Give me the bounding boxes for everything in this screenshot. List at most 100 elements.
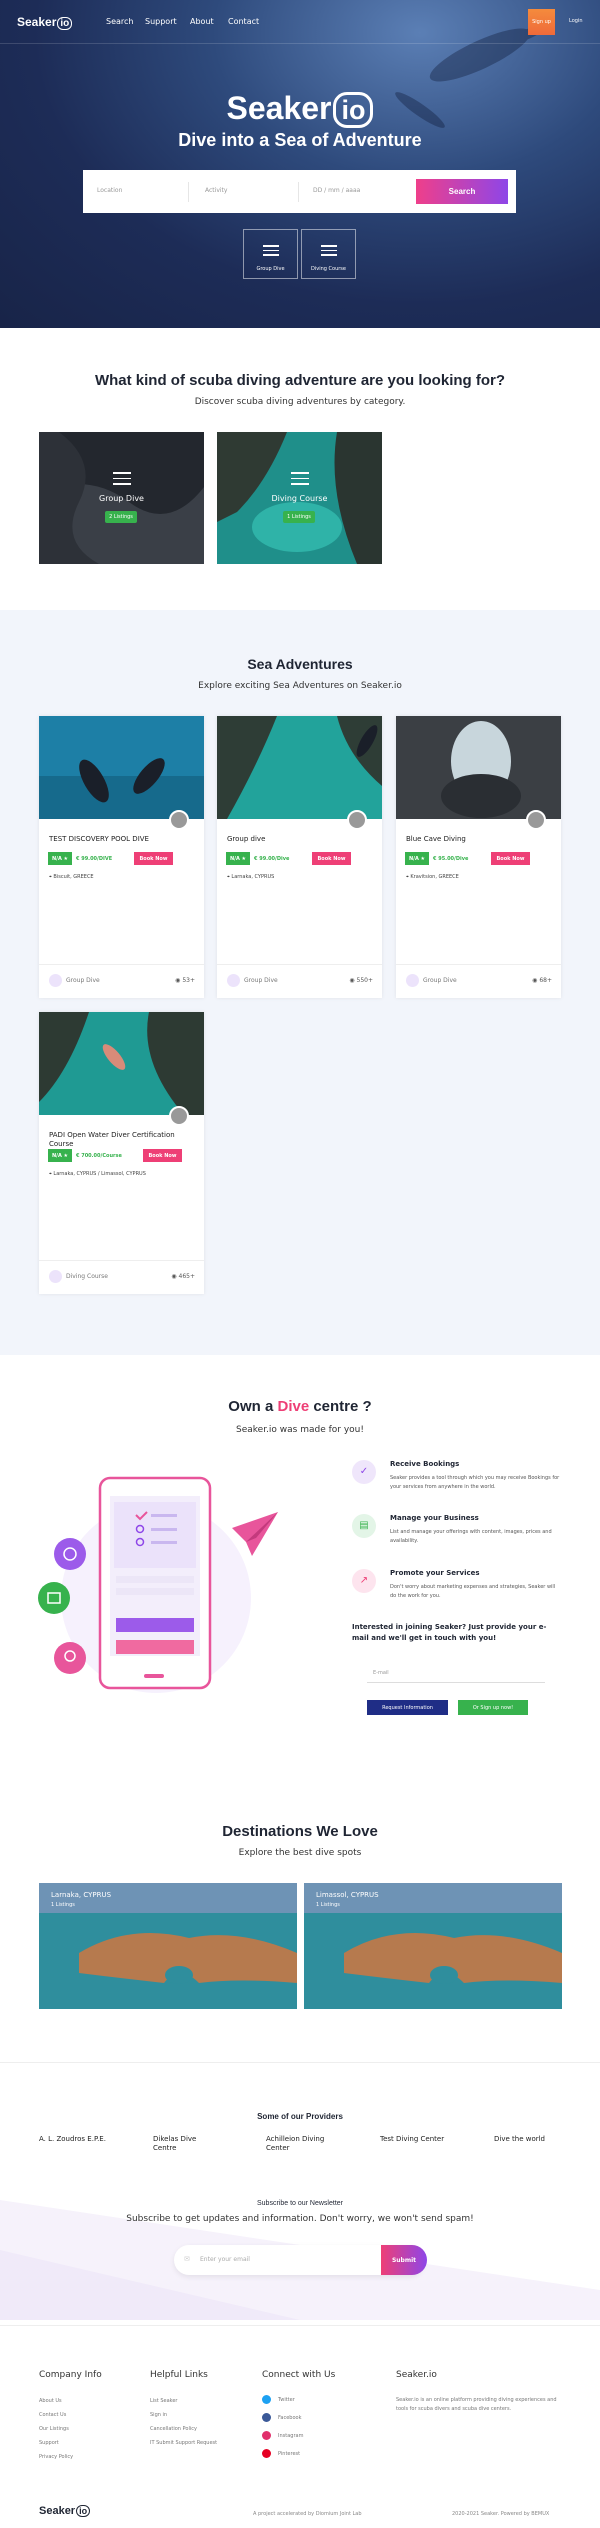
footer-credit: A project accelerated by Diomium Joint L… (253, 2511, 362, 2517)
footer-copyright: 2020-2021 Seaker. Powered by BEMUX (452, 2511, 550, 2517)
category-tag[interactable]: Group Dive (49, 974, 100, 987)
centre-cta: Interested in joining Seaker? Just provi… (352, 1623, 547, 1642)
provider-avatar[interactable] (526, 810, 546, 830)
book-now-button[interactable]: Book Now (312, 852, 351, 865)
feature-desc: List and manage your offerings with cont… (390, 1529, 552, 1544)
category-tag[interactable]: Group Dive (227, 974, 278, 987)
provider-avatar[interactable] (169, 1106, 189, 1126)
rating-badge: N/A ★ (226, 852, 250, 865)
login-link[interactable]: Login (569, 18, 583, 24)
nav-search-link[interactable]: Search (106, 17, 133, 26)
location-input[interactable]: Location (97, 187, 122, 194)
providers-title: Some of our Providers (257, 2112, 343, 2121)
provider-item[interactable]: Dikelas Dive Centre (153, 2135, 213, 2153)
footer-logo[interactable]: Seaker io (39, 2505, 91, 2517)
category-icon (406, 974, 419, 987)
adventure-card[interactable]: TEST DISCOVERY POOL DIVE N/A ★ € 99.00/D… (39, 716, 204, 998)
category-card-group-dive[interactable]: Group Dive 2 Listings (39, 432, 204, 564)
provider-item[interactable]: Achilleion Diving Center (266, 2135, 336, 2153)
footer-link[interactable]: Support (39, 2440, 59, 2446)
footer-link[interactable]: Cancellation Policy (150, 2426, 197, 2432)
location: ⌖ Larnaka, CYPRUS (227, 874, 275, 880)
rating-badge: N/A ★ (48, 1149, 72, 1162)
hero-category-group-dive[interactable]: Group Dive (243, 229, 298, 279)
category-label: Diving Course (271, 494, 328, 503)
signup-now-button[interactable]: Or Sign up now! (458, 1700, 528, 1715)
location: ⌖ Kravitsion, GREECE (406, 874, 459, 880)
footer-link[interactable]: Privacy Policy (39, 2454, 73, 2460)
destination-card-limassol[interactable]: Limassol, CYPRUS 1 Listings (304, 1883, 562, 2009)
facebook-icon (262, 2413, 271, 2422)
adventure-title[interactable]: TEST DISCOVERY POOL DIVE (49, 835, 194, 844)
nav-contact-link[interactable]: Contact (228, 17, 259, 26)
adventure-title[interactable]: PADI Open Water Diver Certification Cour… (49, 1131, 194, 1149)
divider (396, 964, 561, 965)
footer-link[interactable]: About Us (39, 2398, 62, 2404)
adventure-title[interactable]: Group dive (227, 835, 372, 844)
feature-title: Manage your Business (390, 1514, 479, 1522)
provider-item[interactable]: A. L. Zoudros E.P.E. (39, 2135, 109, 2143)
book-now-button[interactable]: Book Now (143, 1149, 182, 1162)
chart-icon: ▤ (352, 1514, 376, 1538)
email-input[interactable]: E-mail (367, 1663, 545, 1683)
destinations-title: Destinations We Love (222, 1823, 378, 1840)
category-tag[interactable]: Diving Course (49, 1270, 108, 1283)
feature-title: Receive Bookings (390, 1460, 460, 1468)
divider (188, 182, 189, 202)
adventure-card[interactable]: PADI Open Water Diver Certification Cour… (39, 1012, 204, 1294)
nav-about-link[interactable]: About (190, 17, 214, 26)
menu-icon (263, 245, 279, 259)
adventure-image (396, 716, 561, 819)
feature-desc: Seaker provides a tool through which you… (390, 1475, 560, 1490)
date-input[interactable]: DD / mm / aaaa (313, 187, 360, 194)
footer-link[interactable]: IT Submit Support Request (150, 2440, 217, 2446)
twitter-link[interactable]: Twitter (262, 2395, 295, 2404)
book-now-button[interactable]: Book Now (491, 852, 530, 865)
adventure-title[interactable]: Blue Cave Diving (406, 835, 551, 844)
facebook-link[interactable]: Facebook (262, 2413, 302, 2422)
pinterest-link[interactable]: Pinterest (262, 2449, 300, 2458)
search-bar: Location Activity DD / mm / aaaa Search (83, 170, 516, 213)
twitter-icon (262, 2395, 271, 2404)
envelope-icon: ✉ (184, 2255, 190, 2263)
hero-category-diving-course[interactable]: Diving Course (301, 229, 356, 279)
eye-icon: ◉ (171, 1273, 179, 1280)
submit-button[interactable]: Submit (381, 2245, 427, 2275)
destination-count: 1 Listings (51, 1902, 75, 1908)
footer-link[interactable]: Sign in (150, 2412, 167, 2418)
category-tag[interactable]: Group Dive (406, 974, 457, 987)
footer-link[interactable]: Contact Us (39, 2412, 66, 2418)
adventure-card[interactable]: Blue Cave Diving N/A ★ € 95.00/Dive Book… (396, 716, 561, 998)
provider-avatar[interactable] (169, 810, 189, 830)
destination-card-larnaka[interactable]: Larnaka, CYPRUS 1 Listings (39, 1883, 297, 2009)
menu-icon (291, 472, 309, 489)
destinations-subtitle: Explore the best dive spots (238, 1848, 362, 1858)
divider (39, 1260, 204, 1261)
category-icon (227, 974, 240, 987)
footer-helpful-title: Helpful Links (150, 2370, 208, 2380)
footer-link[interactable]: Our Listings (39, 2426, 69, 2432)
category-label: Diving Course (311, 266, 346, 272)
adventure-card[interactable]: Group dive N/A ★ € 99.00/Dive Book Now ⌖… (217, 716, 382, 998)
view-count: ◉ 68+ (532, 977, 552, 984)
provider-item[interactable]: Dive the world (494, 2135, 564, 2143)
provider-avatar[interactable] (347, 810, 367, 830)
centre-title: Own a Dive centre ? (228, 1398, 372, 1415)
request-information-button[interactable]: Request Information (367, 1700, 448, 1715)
footer-link[interactable]: List Seaker (150, 2398, 178, 2404)
eye-icon: ◉ (349, 977, 357, 984)
divider (39, 964, 204, 965)
provider-item[interactable]: Test Diving Center (380, 2135, 460, 2143)
category-icon (49, 1270, 62, 1283)
menu-icon (321, 245, 337, 259)
instagram-link[interactable]: Instagram (262, 2431, 303, 2440)
logo[interactable]: Seaker io (17, 15, 73, 30)
signup-button[interactable]: Sign up (528, 9, 555, 35)
category-card-diving-course[interactable]: Diving Course 1 Listings (217, 432, 382, 564)
activity-input[interactable]: Activity (205, 187, 227, 194)
book-now-button[interactable]: Book Now (134, 852, 173, 865)
footer-connect-title: Connect with Us (262, 2370, 336, 2380)
nav-support-link[interactable]: Support (145, 17, 177, 26)
rating-badge: N/A ★ (405, 852, 429, 865)
search-button[interactable]: Search (416, 179, 508, 204)
